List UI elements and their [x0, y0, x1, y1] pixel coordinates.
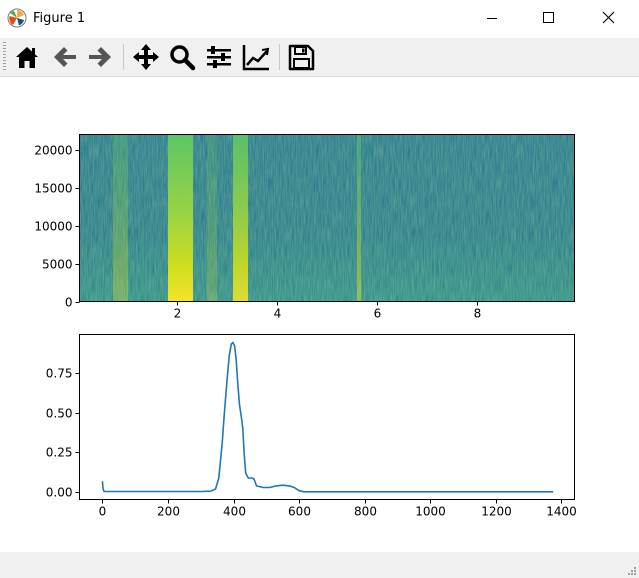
spectrogram-image — [79, 134, 574, 301]
line-plot-axes: 0 200 400 600 800 1000 1200 1400 0.00 0.25 0.50 0.… — [46, 334, 577, 519]
x-tick-label: 600 — [288, 505, 311, 519]
x-tick-label: 800 — [354, 505, 377, 519]
y-tick-label: 0.75 — [46, 367, 73, 381]
spectrogram-axes: 2 4 6 8 0 5000 10000 15000 20000 — [34, 134, 575, 321]
title-bar: Figure 1 — [0, 0, 639, 38]
home-button[interactable] — [12, 42, 42, 72]
x-tick-label: 1200 — [481, 505, 512, 519]
figure-svg: 2 4 6 8 0 5000 10000 15000 20000 0 200 400 600 800 1… — [34, 134, 577, 519]
y-tick-label: 0 — [65, 296, 73, 310]
navigation-toolbar — [0, 38, 639, 77]
window-title: Figure 1 — [33, 11, 86, 26]
matplotlib-logo-icon — [7, 8, 27, 28]
arrow-left-icon — [54, 47, 76, 67]
back-button[interactable] — [50, 42, 80, 72]
y-tick-label: 5000 — [42, 258, 73, 272]
x-tick-label: 2 — [174, 307, 182, 321]
line-chart-icon — [242, 45, 270, 71]
spectrogram-band — [113, 134, 128, 301]
floppy-disk-icon — [288, 44, 315, 71]
spectrogram-band — [207, 134, 217, 301]
minimize-button[interactable] — [469, 0, 515, 36]
y-tick-label: 0.25 — [46, 446, 73, 460]
y-tick-label: 10000 — [34, 220, 72, 234]
x-tick-label: 200 — [157, 505, 180, 519]
pan-button[interactable] — [131, 42, 161, 72]
x-tick-label: 8 — [474, 307, 482, 321]
move-icon — [133, 44, 159, 70]
y-tick-label: 0.00 — [46, 486, 73, 500]
y-tick-label: 15000 — [34, 182, 72, 196]
resize-grip-icon[interactable] — [626, 565, 636, 575]
x-tick-label: 1000 — [415, 505, 446, 519]
maximize-icon — [543, 12, 554, 23]
toolbar-separator — [279, 44, 280, 70]
x-tick-label: 1400 — [546, 505, 577, 519]
close-icon — [602, 11, 615, 24]
figure-canvas[interactable]: 2 4 6 8 0 5000 10000 15000 20000 0 200 400 600 800 1… — [0, 77, 639, 552]
save-button[interactable] — [286, 42, 316, 72]
sliders-icon — [207, 46, 231, 68]
forward-button[interactable] — [85, 42, 115, 72]
x-tick-label: 400 — [223, 505, 246, 519]
x-tick-label: 6 — [374, 307, 382, 321]
x-tick-label: 4 — [274, 307, 282, 321]
home-icon — [16, 47, 38, 68]
arrow-right-icon — [89, 47, 111, 67]
status-bar — [0, 552, 639, 578]
toolbar-separator — [123, 44, 124, 70]
magnifier-icon — [170, 45, 196, 71]
minimize-icon — [487, 18, 497, 19]
close-button[interactable] — [586, 0, 632, 36]
spectrogram-band — [168, 134, 193, 301]
y-tick-label: 0.50 — [46, 407, 73, 421]
y-tick-label: 20000 — [34, 144, 72, 158]
spectrogram-band — [233, 134, 248, 301]
zoom-button[interactable] — [167, 42, 197, 72]
maximize-button[interactable] — [525, 0, 571, 36]
customize-button[interactable] — [241, 42, 271, 72]
toolbar-grip[interactable] — [3, 42, 6, 72]
spectrogram-band — [357, 134, 361, 301]
x-tick-label: 0 — [99, 505, 107, 519]
subplots-button[interactable] — [204, 42, 234, 72]
